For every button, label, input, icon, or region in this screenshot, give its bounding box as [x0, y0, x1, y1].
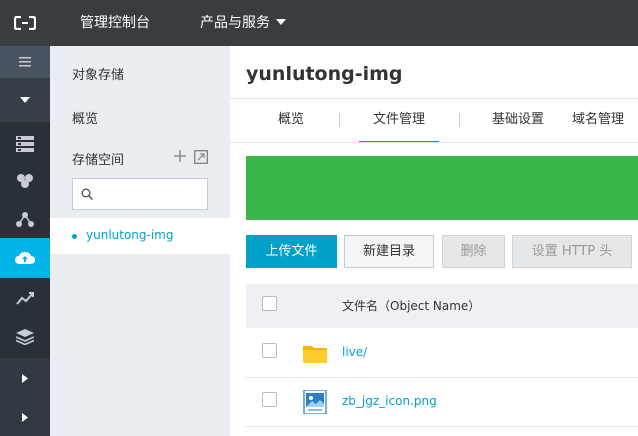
tabs-underline	[230, 142, 638, 143]
row-checkbox[interactable]	[262, 343, 277, 358]
products-menu[interactable]: 产品与服务	[200, 0, 286, 46]
page-title: yunlutong-img	[246, 63, 403, 85]
file-name-link[interactable]: live/	[342, 345, 367, 359]
sidebar-title: 对象存储	[72, 68, 125, 83]
new-directory-button[interactable]: 新建目录	[344, 235, 434, 268]
icon-rail	[0, 46, 50, 436]
products-label: 产品与服务	[200, 15, 270, 31]
select-all-checkbox[interactable]	[262, 296, 277, 311]
row-checkbox[interactable]	[262, 392, 277, 407]
caret-down-icon	[276, 19, 286, 25]
oss-console: 管理控制台 产品与服务 对象存储 概览 存储空间 yunlutong-img y…	[0, 0, 638, 436]
collapse-arrow-icon[interactable]	[0, 78, 50, 122]
upload-file-button[interactable]: 上传文件	[246, 235, 337, 268]
tab-overview[interactable]: 概览	[278, 99, 304, 143]
oss-sidebar: 对象存储 概览 存储空间 yunlutong-img	[50, 46, 230, 436]
add-bucket-icon[interactable]	[172, 148, 188, 164]
image-file-icon	[302, 389, 328, 415]
tab-separator	[459, 113, 460, 127]
notice-banner	[246, 156, 638, 220]
bucket-search-input[interactable]	[72, 178, 208, 210]
cloud-storage-icon[interactable]	[0, 238, 50, 278]
table-row[interactable]: live/	[246, 329, 638, 378]
bucket-name: yunlutong-img	[86, 228, 174, 242]
analytics-icon[interactable]	[0, 278, 50, 318]
console-link[interactable]: 管理控制台	[80, 0, 150, 46]
chevron-right-icon[interactable]	[0, 398, 50, 436]
tab-bar: 概览 文件管理 基础设置 域名管理	[230, 99, 638, 143]
table-row[interactable]: zb_jgz_icon.png	[246, 378, 638, 427]
network-icon[interactable]	[0, 200, 50, 238]
main-content: yunlutong-img 概览 文件管理 基础设置 域名管理 上传文件 新建目…	[230, 46, 638, 436]
active-dot	[72, 234, 77, 239]
server-icon[interactable]	[0, 126, 50, 162]
file-name-link[interactable]: zb_jgz_icon.png	[342, 394, 437, 408]
delete-button[interactable]: 删除	[442, 235, 505, 268]
top-bar: 管理控制台 产品与服务	[0, 0, 638, 46]
set-http-header-button[interactable]: 设置 HTTP 头	[512, 235, 632, 268]
chevron-right-icon[interactable]	[0, 358, 50, 398]
expand-window-icon[interactable]	[193, 149, 209, 165]
tab-domain-management[interactable]: 域名管理	[572, 99, 624, 143]
table-header: 文件名（Object Name）	[246, 284, 638, 328]
tab-basic-settings[interactable]: 基础设置	[492, 99, 544, 143]
tab-file-management[interactable]: 文件管理	[359, 99, 439, 143]
cluster-icon[interactable]	[0, 162, 50, 200]
search-icon	[81, 188, 93, 200]
aliyun-logo-icon[interactable]	[0, 0, 50, 46]
bucket-section-label: 存储空间	[72, 153, 125, 168]
folder-icon	[302, 341, 328, 365]
sidebar-item-bucket[interactable]: yunlutong-img	[50, 218, 230, 254]
menu-icon[interactable]	[0, 46, 50, 78]
sidebar-item-overview[interactable]: 概览	[72, 108, 98, 127]
column-file-name: 文件名（Object Name）	[342, 299, 481, 313]
layers-icon[interactable]	[0, 318, 50, 356]
tab-separator	[339, 113, 340, 127]
